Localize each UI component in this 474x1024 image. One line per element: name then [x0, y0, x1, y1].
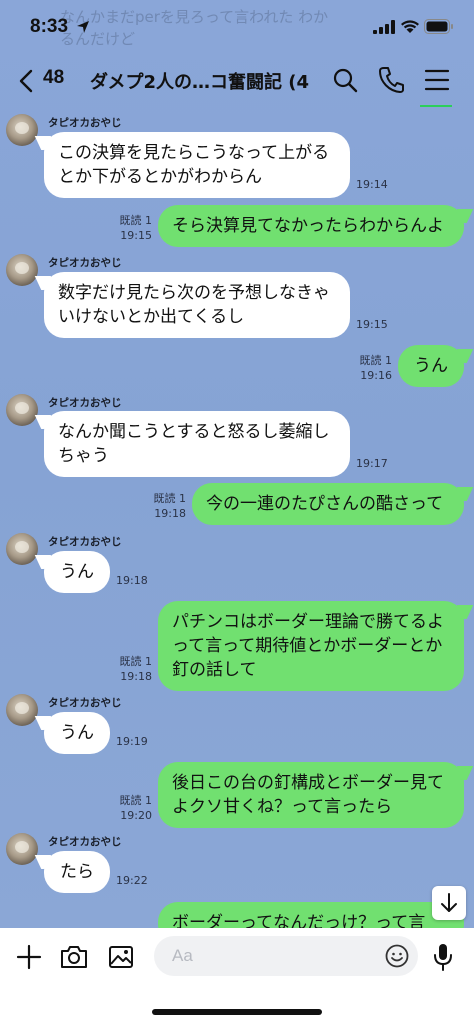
microphone-icon[interactable] [432, 942, 454, 972]
image-icon[interactable] [108, 944, 134, 970]
emoji-icon[interactable] [385, 944, 409, 968]
input-bar [0, 928, 474, 1024]
camera-icon[interactable] [60, 944, 88, 970]
scroll-to-bottom-button[interactable] [432, 886, 466, 920]
arrow-down-icon [441, 893, 457, 912]
plus-icon[interactable] [16, 944, 42, 970]
message-bubble-outgoing[interactable]: ボーダーってなんだっけ？って言 [158, 902, 464, 928]
message-input[interactable] [154, 936, 418, 976]
home-indicator [152, 1009, 322, 1015]
clip-region: ボーダーってなんだっけ？って言 [0, 0, 474, 928]
